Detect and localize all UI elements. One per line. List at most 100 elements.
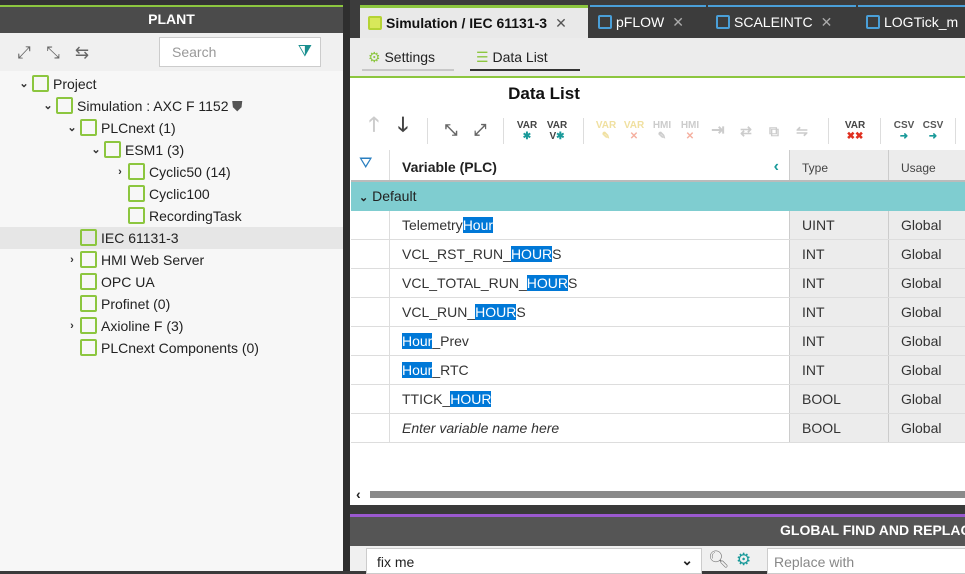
scroll-left-icon[interactable]: ‹: [356, 486, 361, 502]
new-variable-input[interactable]: Enter variable name here: [389, 414, 789, 442]
search-input[interactable]: Search ⧩: [159, 37, 321, 67]
tab-simulation-iec[interactable]: Simulation / IEC 61131-3 ✕: [360, 5, 588, 38]
find-replace-header: GLOBAL FIND AND REPLACE: [350, 517, 965, 546]
cyclic-task-icon: [128, 207, 145, 224]
variable-cell[interactable]: VCL_TOTAL_RUN_HOURS: [389, 269, 789, 297]
type-cell[interactable]: UINT: [789, 211, 888, 239]
panel-splitter[interactable]: [343, 0, 350, 571]
usage-cell[interactable]: Global: [888, 298, 965, 326]
new-variable-row[interactable]: Enter variable name here BOOL Global: [351, 414, 965, 443]
tree-item[interactable]: › Cyclic50 (14): [0, 161, 343, 183]
csv-export-icon[interactable]: CSV ➜: [921, 120, 945, 142]
tree-item[interactable]: Profinet (0): [0, 293, 343, 315]
tree-item[interactable]: RecordingTask: [0, 205, 343, 227]
type-cell[interactable]: INT: [789, 298, 888, 326]
close-icon[interactable]: ✕: [821, 14, 833, 30]
type-cell[interactable]: INT: [789, 327, 888, 355]
chevron-down-icon[interactable]: ⌄: [66, 117, 78, 139]
variable-cell[interactable]: TTICK_HOUR: [389, 385, 789, 413]
tab-pflow[interactable]: pFLOW ✕: [590, 5, 706, 38]
chevron-down-icon[interactable]: ⌄: [681, 552, 693, 569]
variable-text: S: [516, 304, 526, 320]
type-cell[interactable]: INT: [789, 356, 888, 384]
filter-icon[interactable]: ⛛: [359, 155, 372, 173]
close-icon[interactable]: ✕: [555, 15, 567, 31]
folder-icon: [32, 75, 49, 92]
usage-cell[interactable]: Global: [888, 356, 965, 384]
column-header-variable[interactable]: Variable (PLC) ‹: [389, 150, 789, 180]
tree-item[interactable]: ⌄ Simulation : AXC F 1152 ⛊: [0, 95, 343, 117]
tree-item[interactable]: PLCnext Components (0): [0, 337, 343, 359]
table-row[interactable]: Hour_Prev INT Global: [351, 327, 965, 356]
tree-item[interactable]: ⌄ ESM1 (3): [0, 139, 343, 161]
tree-item-label: PLCnext Components (0): [101, 340, 259, 356]
advanced-search-icon[interactable]: ⚙: [736, 550, 751, 570]
tab-scaleintc[interactable]: SCALEINTC ✕: [708, 5, 856, 38]
replace-input[interactable]: Replace with: [767, 548, 965, 574]
tree-item[interactable]: › HMI Web Server: [0, 249, 343, 271]
usage-cell[interactable]: Global: [888, 240, 965, 268]
variable-cell[interactable]: Hour_Prev: [389, 327, 789, 355]
tree-item[interactable]: Cyclic100: [0, 183, 343, 205]
move-down-icon[interactable]: 🡓: [391, 115, 415, 142]
tree-item[interactable]: OPC UA: [0, 271, 343, 293]
filter-search-icon[interactable]: ⧩: [298, 43, 312, 61]
csv-import-icon[interactable]: CSV ➜: [892, 120, 916, 142]
tree-item[interactable]: IEC 61131-3: [0, 227, 343, 249]
collapse-column-icon[interactable]: ‹: [774, 150, 779, 184]
tree-item[interactable]: ⌄ Project: [0, 73, 343, 95]
group-row-default[interactable]: ⌄ Default: [351, 182, 965, 211]
chevron-right-icon[interactable]: ›: [114, 161, 126, 183]
type-cell[interactable]: BOOL: [789, 385, 888, 413]
table-row[interactable]: VCL_RST_RUN_HOURS INT Global: [351, 240, 965, 269]
table-row[interactable]: TelemetryHour UINT Global: [351, 211, 965, 240]
search-highlight: HOUR: [526, 275, 568, 291]
usage-cell[interactable]: Global: [888, 414, 965, 442]
add-variable-icon[interactable]: VAR ✱: [515, 120, 539, 142]
subtab-settings[interactable]: ⚙ Settings: [362, 46, 454, 71]
add-multiple-variables-icon[interactable]: VAR V✱: [545, 120, 569, 142]
usage-cell[interactable]: Global: [888, 269, 965, 297]
usage-cell[interactable]: Global: [888, 327, 965, 355]
usage-cell[interactable]: Global: [888, 211, 965, 239]
subtab-data-list[interactable]: ☰ Data List: [470, 46, 580, 71]
tree-item-label: ESM1 (3): [125, 142, 185, 158]
horizontal-scrollbar[interactable]: [370, 491, 965, 498]
move-up-icon[interactable]: 🡑: [362, 115, 386, 142]
tab-logtick[interactable]: LOGTick_m: [858, 5, 965, 38]
table-row[interactable]: TTICK_HOUR BOOL Global: [351, 385, 965, 414]
tree-item[interactable]: ⌄ PLCnext (1): [0, 117, 343, 139]
collapse-all-icon[interactable]: ⤡: [43, 44, 63, 62]
close-icon[interactable]: ✕: [672, 14, 684, 30]
find-input[interactable]: fix me ⌄: [366, 548, 702, 574]
variable-text: VCL_TOTAL_RUN_: [402, 275, 527, 291]
swap-arrows-icon[interactable]: ⇆: [72, 44, 92, 62]
search-icon[interactable]: 🔍︎: [708, 550, 730, 570]
delete-unused-variables-icon[interactable]: VAR ✖✖: [843, 120, 867, 142]
variable-cell[interactable]: VCL_RST_RUN_HOURS: [389, 240, 789, 268]
variable-cell[interactable]: TelemetryHour: [389, 211, 789, 239]
table-row[interactable]: VCL_TOTAL_RUN_HOURS INT Global: [351, 269, 965, 298]
chevron-right-icon[interactable]: ›: [66, 315, 78, 337]
variable-cell[interactable]: VCL_RUN_HOURS: [389, 298, 789, 326]
table-row[interactable]: VCL_RUN_HOURS INT Global: [351, 298, 965, 327]
chevron-right-icon[interactable]: ›: [66, 249, 78, 271]
tree-item[interactable]: › Axioline F (3): [0, 315, 343, 337]
chevron-down-icon[interactable]: ⌄: [18, 73, 30, 95]
type-cell[interactable]: BOOL: [789, 414, 888, 442]
editor-tabs: Simulation / IEC 61131-3 ✕ pFLOW ✕ SCALEIN…: [350, 0, 965, 38]
collapse-icon[interactable]: ⤡: [439, 120, 463, 142]
chevron-down-icon[interactable]: ⌄: [90, 139, 102, 161]
variable-cell[interactable]: Hour_RTC: [389, 356, 789, 384]
type-cell[interactable]: INT: [789, 269, 888, 297]
expand-icon[interactable]: ⤢: [468, 120, 492, 142]
chevron-down-icon[interactable]: ⌄: [359, 192, 368, 204]
column-header-usage[interactable]: Usage: [888, 150, 965, 180]
expand-all-icon[interactable]: ⤢: [14, 44, 34, 62]
type-cell[interactable]: INT: [789, 240, 888, 268]
usage-cell[interactable]: Global: [888, 385, 965, 413]
chevron-down-icon[interactable]: ⌄: [42, 95, 54, 117]
column-header-type[interactable]: Type: [789, 150, 888, 180]
table-row[interactable]: Hour_RTC INT Global: [351, 356, 965, 385]
delete-variable-icon: VAR ✕: [623, 120, 645, 142]
